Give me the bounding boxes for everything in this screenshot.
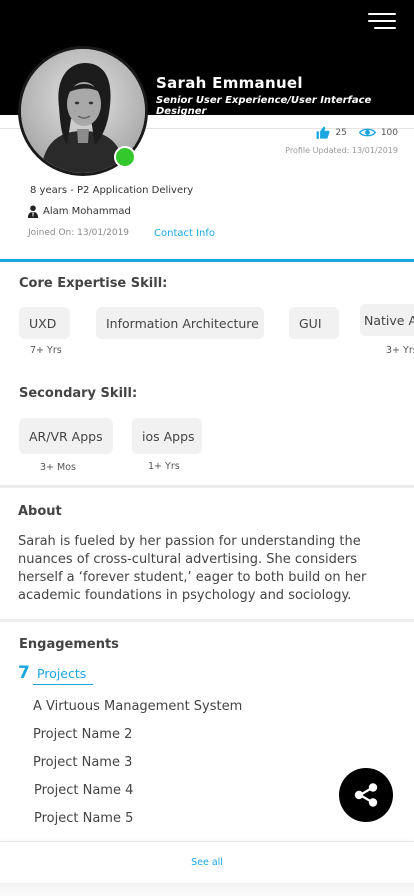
share-button[interactable] [339,768,393,822]
share-icon [354,783,378,807]
online-status-indicator [114,146,136,168]
bottom-shade [0,883,414,896]
skill-chip-ar-vr-apps[interactable]: AR/VR Apps [19,418,113,454]
about-text: Sarah is fueled by her passion for under… [18,534,367,603]
likes-stat[interactable]: 25 [316,126,347,139]
views-count: 100 [380,127,398,138]
project-item[interactable]: Project Name 5 [34,811,133,826]
skill-years: 1+ Yrs [148,461,180,472]
skill-chip-uxd[interactable]: UXD [19,307,70,339]
manager: Alam Mohammad [27,205,131,218]
section-divider [0,619,414,622]
likes-count: 25 [335,127,347,138]
manager-name: Alam Mohammad [43,206,131,217]
profile-title: Senior User Experience/User Interface De… [156,95,372,117]
project-item[interactable]: Project Name 2 [33,727,132,742]
core-skills-title: Core Expertise Skill: [19,276,168,291]
thumbs-up-icon [316,126,330,139]
views-stat[interactable]: 100 [358,127,398,138]
skill-years: 3+ Mos [40,462,76,473]
project-item[interactable]: Project Name 3 [33,755,132,770]
tab-projects[interactable]: Projects [33,666,93,685]
experience-text: 8 years - P2 Application Delivery [30,185,194,196]
hamburger-menu-icon[interactable] [366,13,396,29]
eye-icon [358,128,376,137]
section-accent-line [0,259,414,262]
secondary-skills-title: Secondary Skill: [19,386,138,401]
engagements-title: Engagements [19,637,119,652]
profile-stats: 25 100 [308,126,398,139]
profile-name: Sarah Emmanuel [156,74,303,92]
skill-chip-information-architecture[interactable]: Information Architecture [96,307,264,339]
projects-count: 7 [18,663,30,683]
skill-chip-ios-apps[interactable]: ios Apps [132,418,202,454]
project-item[interactable]: A Virtuous Management System [33,699,242,714]
profile-updated-date: Profile Updated: 13/01/2019 [285,146,398,155]
skill-years: 7+ Yrs [30,345,62,356]
joined-date: Joined On: 13/01/2019 [28,228,130,238]
see-all-bar: See all [0,841,414,883]
see-all-link[interactable]: See all [0,857,414,868]
skill-chip-native-apps[interactable]: Native A [360,304,414,336]
manager-user-icon [27,205,39,218]
section-divider [0,485,414,488]
skill-chip-gui[interactable]: GUI [289,307,339,339]
project-item[interactable]: Project Name 4 [34,783,133,798]
about-title: About [18,504,62,519]
skill-years: 3+ Yrs [386,345,414,356]
contact-info-link[interactable]: Contact Info [154,228,215,239]
